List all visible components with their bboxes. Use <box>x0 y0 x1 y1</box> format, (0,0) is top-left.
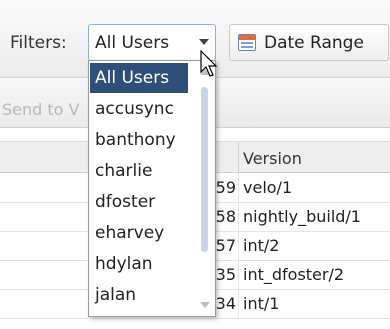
dropdown-option[interactable]: dfoster <box>90 187 188 217</box>
date-range-label: Date Range <box>264 33 364 53</box>
dropdown-option[interactable]: eharvey <box>90 218 188 248</box>
dropdown-option[interactable]: jalan <box>90 280 188 310</box>
send-to-button[interactable]: Send to V <box>2 100 79 120</box>
row-version: int_dfoster/2 <box>243 265 345 284</box>
scrollbar-thumb[interactable] <box>201 87 208 252</box>
scroll-down-icon[interactable] <box>200 302 210 308</box>
row-version: int/2 <box>243 236 280 255</box>
dropdown-scrollbar[interactable] <box>195 61 215 316</box>
filters-label: Filters: <box>10 33 67 53</box>
column-header-version[interactable]: Version <box>243 150 302 168</box>
column-divider[interactable] <box>238 142 239 174</box>
row-version: nightly_build/1 <box>243 207 361 226</box>
dropdown-option-all-users[interactable]: All Users <box>90 63 188 93</box>
chevron-down-icon[interactable] <box>199 39 209 45</box>
dropdown-option[interactable]: accusync <box>90 94 188 124</box>
user-filter-dropdown[interactable]: All Users accusync banthony charlie dfos… <box>88 60 216 317</box>
mouse-pointer-icon <box>200 50 218 77</box>
dropdown-option[interactable]: banthony <box>90 125 188 155</box>
date-range-button[interactable]: Date Range <box>229 24 389 61</box>
dropdown-option[interactable]: charlie <box>90 156 188 186</box>
calendar-icon <box>238 34 256 51</box>
user-filter-value: All Users <box>95 33 170 53</box>
row-version: int/1 <box>243 294 280 313</box>
user-filter-select[interactable]: All Users <box>88 24 216 61</box>
dropdown-option[interactable]: hdylan <box>90 249 188 279</box>
row-version: velo/1 <box>243 178 293 197</box>
